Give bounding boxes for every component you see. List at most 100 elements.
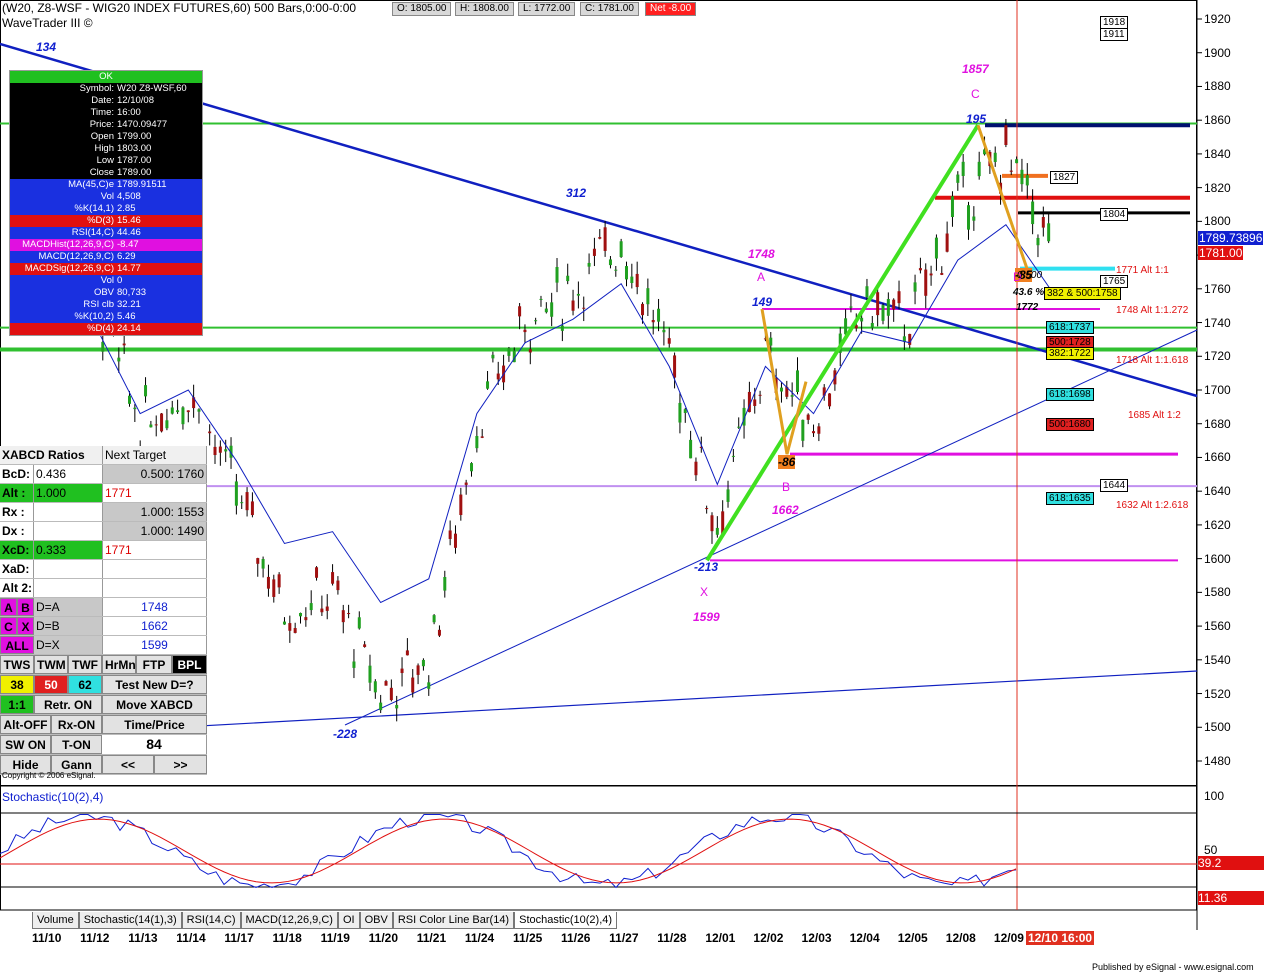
candle-body (993, 152, 997, 162)
candle-body (432, 615, 436, 623)
rx-on-button[interactable]: Rx-ON (51, 715, 102, 734)
tw-button[interactable]: BPL (172, 655, 207, 674)
candle-body (769, 337, 773, 346)
candle-body (256, 558, 260, 564)
price-tick-label: 1520 (1204, 686, 1231, 701)
copyright: Copyright © 2006 eSignal. (2, 771, 96, 780)
price-tick-label: 1480 (1204, 754, 1231, 768)
point-button[interactable]: A (0, 598, 17, 616)
stochastic-title: Stochastic(10(2),4) (2, 790, 104, 804)
ok-badge[interactable]: OK (10, 71, 202, 83)
candle-body (550, 302, 554, 317)
next-target-label: Next Target (103, 446, 207, 464)
pattern-point-label: A (757, 270, 766, 284)
tw-button[interactable]: TWM (34, 655, 68, 674)
info-key: Symbol: (79, 83, 114, 94)
num-38[interactable]: 38 (0, 675, 34, 694)
indicator-tab[interactable]: OBV (359, 912, 393, 929)
candle-body (170, 407, 174, 414)
info-row: Price: 1470.09477 (10, 119, 202, 131)
xabcd-label: BcD: (0, 465, 34, 483)
point-button[interactable]: X (17, 617, 34, 635)
num-50[interactable]: 50 (34, 675, 68, 694)
info-value: 14.77 (117, 263, 141, 274)
info-row: %D(4) 24.14 (10, 323, 202, 335)
t-on-button[interactable]: T-ON (51, 735, 102, 754)
candle-body (539, 298, 543, 300)
candle-body (373, 681, 377, 693)
info-key: Date: (91, 95, 114, 106)
price-tick-label: 1700 (1204, 383, 1231, 397)
candle-body (737, 426, 741, 428)
info-value: 1787.00 (117, 155, 152, 166)
candle-body (165, 420, 169, 429)
cursor-info-panel: OK Symbol: W20 Z8-WSF,60 Date: 12/10/08 Time… (9, 70, 203, 336)
indicator-tab[interactable]: Stochastic(14(1),3) (78, 912, 182, 929)
candle-body (1047, 223, 1051, 242)
xabcd-target (103, 560, 207, 578)
candle-body (673, 355, 677, 378)
alt-level-label: 1718 Alt 1:1.618 (1116, 355, 1189, 366)
tw-button[interactable]: TWF (68, 655, 102, 674)
candle-body (598, 237, 602, 239)
alt-off-button[interactable]: Alt-OFF (0, 715, 51, 734)
candle-body (250, 501, 254, 516)
alt-level-label: 1685 Alt 1:2 (1128, 410, 1181, 421)
retr-on-button[interactable]: Retr. ON (34, 695, 102, 714)
info-key: %D(4) (87, 323, 114, 334)
bars-count: 84 (102, 735, 207, 754)
tw-button[interactable]: HrMn (102, 655, 136, 674)
candle-body (470, 463, 474, 472)
tw-button[interactable]: TWS (0, 655, 34, 674)
sw-on-button[interactable]: SW ON (0, 735, 51, 754)
info-row: Close 1789.00 (10, 167, 202, 179)
candle-body (844, 318, 848, 335)
indicator-tab[interactable]: RSI(14,C) (181, 912, 241, 929)
candle-body (1009, 170, 1013, 172)
num-62[interactable]: 62 (68, 675, 102, 694)
price-tick-label: 1840 (1204, 146, 1231, 161)
indicator-tab[interactable]: OI (337, 912, 360, 929)
info-row: %K(10,2) 5.46 (10, 311, 202, 323)
price-tick-label: 1560 (1204, 619, 1231, 634)
point-button[interactable]: C (0, 617, 17, 635)
level-box: 1644 (1100, 479, 1129, 492)
candle-body (277, 574, 281, 588)
candle-body (694, 461, 698, 476)
close-price-box: 1781.00 (1198, 246, 1244, 260)
prev-button[interactable]: << (102, 755, 154, 774)
test-new-button[interactable]: Test New D=? (102, 675, 207, 694)
indicator-tab[interactable]: Stochastic(10(2),4) (514, 912, 618, 929)
info-key: Vol (100, 191, 114, 202)
date-label: 12/08 (945, 931, 976, 945)
move-xabcd-button[interactable]: Move XABCD (102, 695, 207, 714)
candle-body (299, 612, 303, 617)
candle-body (240, 502, 244, 504)
indicator-tab[interactable]: MACD(12,26,9,C) (240, 912, 338, 929)
candle-body (368, 665, 372, 683)
candle-body (282, 621, 286, 625)
d-equals-row: ALL D=X 1599 (0, 636, 207, 655)
xabcd-ratio: 0.436 (34, 465, 103, 483)
candle-body (860, 317, 864, 322)
point-button[interactable]: B (17, 598, 34, 616)
info-value: 32.21 (117, 299, 141, 310)
ab-leg (760, 308, 808, 455)
xabcd-title: XABCD Ratios (0, 446, 103, 464)
candle-body (726, 489, 730, 502)
xabcd-ratio (34, 579, 103, 597)
info-row: Time: 16:00 (10, 107, 202, 119)
indicator-tab[interactable]: Volume (32, 912, 79, 929)
point-button[interactable]: ALL (0, 636, 34, 654)
xabcd-ratio: 1.000 (34, 484, 103, 502)
next-button[interactable]: >> (154, 755, 207, 774)
ratio-1-1-button[interactable]: 1:1 (0, 695, 34, 714)
indicator-tab[interactable]: RSI Color Line Bar(14) (392, 912, 515, 929)
tw-button[interactable]: FTP (136, 655, 172, 674)
level-box: 618:1737 (1046, 321, 1094, 334)
price-tick-label: 1600 (1204, 551, 1231, 566)
candle-body (940, 273, 944, 275)
candle-body (491, 354, 495, 359)
candle-body (1004, 125, 1008, 145)
time-price-button[interactable]: Time/Price (102, 715, 207, 734)
